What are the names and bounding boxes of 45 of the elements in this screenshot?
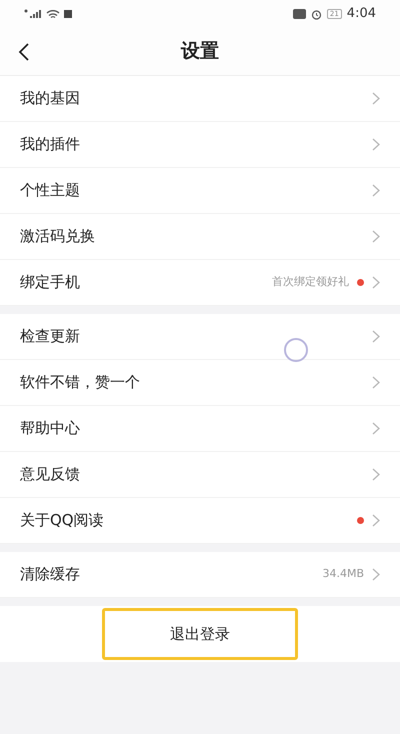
row-label: 我的基因 xyxy=(20,88,80,110)
row-label: 个性主题 xyxy=(20,180,80,202)
row-label: 帮助中心 xyxy=(20,418,80,440)
settings-row[interactable]: 软件不错，赞一个 xyxy=(0,360,400,406)
chevron-right-icon xyxy=(372,468,380,481)
chevron-right-icon xyxy=(372,276,380,289)
row-label: 清除缓存 xyxy=(20,564,80,586)
chevron-right-icon xyxy=(372,230,380,243)
back-icon[interactable] xyxy=(18,42,30,62)
logout-button[interactable]: 退出登录 xyxy=(102,608,298,660)
row-label: 关于QQ阅读 xyxy=(20,510,104,532)
row-label: 软件不错，赞一个 xyxy=(20,372,140,394)
chevron-right-icon xyxy=(372,514,380,527)
settings-row[interactable]: 激活码兑换 xyxy=(0,214,400,260)
row-hint: 首次绑定领好礼 xyxy=(272,274,349,290)
settings-row[interactable]: 我的基因 xyxy=(0,76,400,122)
settings-row[interactable]: 关于QQ阅读 xyxy=(0,498,400,544)
settings-row[interactable]: 检查更新 xyxy=(0,314,400,360)
settings-row[interactable]: 绑定手机 首次绑定领好礼 xyxy=(0,260,400,306)
settings-row[interactable]: 清除缓存 34.4MB xyxy=(0,552,400,598)
page-title: 设置 xyxy=(181,39,219,64)
hd-icon xyxy=(292,9,306,19)
settings-row[interactable]: 个性主题 xyxy=(0,168,400,214)
chevron-right-icon xyxy=(372,568,380,581)
wifi-icon xyxy=(46,8,60,20)
row-label: 我的插件 xyxy=(20,134,80,156)
chevron-right-icon xyxy=(372,92,380,105)
row-label: 意见反馈 xyxy=(20,464,80,486)
alarm-icon xyxy=(310,8,322,20)
row-label: 检查更新 xyxy=(20,326,80,348)
touch-indicator-icon xyxy=(284,338,308,362)
settings-row[interactable]: 帮助中心 xyxy=(0,406,400,452)
chevron-right-icon xyxy=(372,330,380,343)
chevron-right-icon xyxy=(372,184,380,197)
chevron-right-icon xyxy=(372,138,380,151)
signal-icon xyxy=(24,9,42,19)
clock-time: 4:04 xyxy=(346,5,376,24)
settings-row[interactable]: 我的插件 xyxy=(0,122,400,168)
row-label: 绑定手机 xyxy=(20,272,80,294)
row-hint: 34.4MB xyxy=(322,566,364,582)
row-label: 激活码兑换 xyxy=(20,226,95,248)
notification-icon xyxy=(64,10,72,18)
chevron-right-icon xyxy=(372,422,380,435)
settings-row[interactable]: 意见反馈 xyxy=(0,452,400,498)
chevron-right-icon xyxy=(372,376,380,389)
